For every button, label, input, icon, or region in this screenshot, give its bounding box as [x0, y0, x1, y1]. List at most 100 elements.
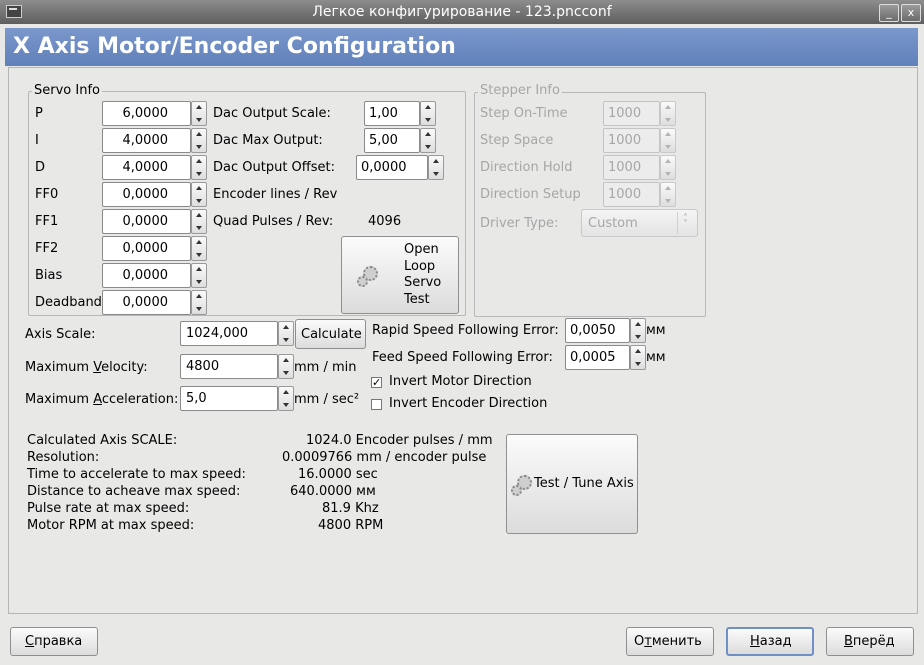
calc-resolution-label: Resolution: [27, 450, 100, 465]
step-space-value: 1000 [608, 133, 642, 148]
invert-motor-label[interactable]: Invert Motor Direction [389, 374, 532, 389]
calc-rpm-value: 4800 RPM [318, 518, 384, 533]
close-icon[interactable]: x [901, 4, 921, 22]
feed-ferror-spin[interactable]: 0,0005 [565, 345, 646, 370]
back-button[interactable]: Назад [726, 627, 814, 656]
invert-motor-checkbox[interactable]: ✓ [371, 377, 382, 388]
servo-bias-label: Bias [35, 268, 63, 283]
gears-icon [357, 266, 379, 287]
servo-p-spin[interactable]: 6,0000 [102, 101, 207, 126]
cancel-button[interactable]: Отменить [626, 627, 714, 656]
dac-offset-value: 0,0000 [361, 160, 407, 175]
spin-arrows-icon[interactable] [660, 101, 676, 126]
dac-scale-label: Dac Output Scale: [213, 106, 331, 121]
back-button-label: Назад [750, 634, 792, 649]
cancel-button-label: Отменить [634, 634, 702, 649]
page-title: X Axis Motor/Encoder Configuration [13, 34, 456, 59]
axis-scale-value: 1024,000 [186, 326, 249, 341]
servo-ff2-spin[interactable]: 0,0000 [102, 236, 207, 261]
calc-pulse-rate-label: Pulse rate at max speed: [27, 501, 190, 516]
open-loop-servo-test-button[interactable]: Open Loop Servo Test [341, 236, 459, 314]
direction-hold-value: 1000 [608, 160, 642, 175]
spin-arrows-icon[interactable] [420, 128, 436, 153]
step-on-time-spin[interactable]: 1000 [603, 101, 676, 126]
invert-encoder-checkbox[interactable] [371, 399, 382, 410]
max-velocity-label-a: Maximum [25, 360, 94, 375]
rapid-ferror-spin[interactable]: 0,0050 [565, 318, 646, 343]
axis-scale-label: Axis Scale: [25, 327, 96, 342]
spin-arrows-icon[interactable] [630, 318, 646, 343]
spin-arrows-icon[interactable] [420, 101, 436, 126]
minimize-icon[interactable]: _ [879, 4, 899, 22]
forward-mnemonic: В [844, 634, 853, 649]
direction-setup-spin[interactable]: 1000 [603, 182, 676, 207]
step-space-label: Step Space [480, 133, 554, 148]
servo-ff2-label: FF2 [35, 241, 59, 256]
servo-p-label: P [35, 106, 43, 121]
dac-offset-label: Dac Output Offset: [213, 160, 335, 175]
step-on-time-label: Step On-Time [480, 106, 568, 121]
dac-scale-value: 1,00 [369, 106, 398, 121]
servo-d-spin[interactable]: 4,0000 [102, 155, 207, 180]
back-mnemonic: Н [750, 634, 760, 649]
servo-ff2-value: 0,0000 [122, 241, 169, 256]
servo-d-label: D [35, 160, 46, 175]
test-tune-axis-button[interactable]: Test / Tune Axis [506, 434, 638, 534]
spin-arrows-icon[interactable] [660, 182, 676, 207]
window-title-bar[interactable]: Легкое конфигурирование - 123.pncconf _ … [0, 0, 924, 24]
spin-arrows-icon[interactable] [191, 236, 207, 261]
spin-arrows-icon[interactable] [630, 345, 646, 370]
driver-type-select[interactable]: Custom ˄ ˅ [581, 209, 698, 237]
cancel-a: О [634, 634, 645, 649]
calc-distance-value: 640.0000 мм [290, 484, 376, 499]
spin-arrows-icon[interactable] [191, 209, 207, 234]
direction-setup-value: 1000 [608, 187, 642, 202]
spin-arrows-icon[interactable] [191, 101, 207, 126]
dac-scale-spin[interactable]: 1,00 [364, 101, 436, 126]
spin-arrows-icon[interactable] [278, 354, 294, 379]
spin-arrows-icon[interactable] [278, 321, 294, 346]
page-header: X Axis Motor/Encoder Configuration [5, 28, 918, 66]
servo-bias-spin[interactable]: 0,0000 [102, 263, 207, 288]
calc-scale-value: 1024.0 Encoder pulses / mm [306, 433, 493, 448]
max-accel-spin[interactable]: 5,0 [180, 386, 294, 411]
max-velocity-spin[interactable]: 4800 [180, 354, 294, 379]
dac-max-label: Dac Max Output: [213, 133, 323, 148]
servo-deadband-spin[interactable]: 0,0000 [102, 290, 207, 315]
quad-pulses-value: 4096 [368, 214, 402, 229]
feed-ferror-value: 0,0005 [570, 350, 616, 365]
spin-arrows-icon[interactable] [191, 128, 207, 153]
stepper-info-legend: Stepper Info [478, 83, 562, 98]
cancel-mnemonic: т [644, 634, 652, 649]
direction-hold-spin[interactable]: 1000 [603, 155, 676, 180]
spin-arrows-icon[interactable] [660, 155, 676, 180]
servo-i-spin[interactable]: 4,0000 [102, 128, 207, 153]
axis-scale-spin[interactable]: 1024,000 [180, 321, 294, 346]
servo-ff0-spin[interactable]: 0,0000 [102, 182, 207, 207]
invert-encoder-label[interactable]: Invert Encoder Direction [389, 396, 547, 411]
dac-offset-spin[interactable]: 0,0000 [356, 155, 444, 180]
max-velocity-label: Maximum Velocity: [25, 360, 148, 375]
dac-max-spin[interactable]: 5,00 [364, 128, 436, 153]
open-loop-line-1: Open [404, 242, 439, 257]
spin-arrows-icon[interactable] [191, 290, 207, 315]
spin-arrows-icon[interactable] [191, 155, 207, 180]
spin-arrows-icon[interactable] [428, 155, 444, 180]
select-arrows-icon: ˄ ˅ [683, 213, 688, 230]
servo-i-label: I [35, 133, 39, 148]
open-loop-line-4: Test [404, 291, 430, 307]
spin-arrows-icon[interactable] [191, 182, 207, 207]
forward-button[interactable]: Вперёд [826, 627, 914, 656]
servo-ff0-label: FF0 [35, 187, 59, 202]
step-on-time-value: 1000 [608, 106, 642, 121]
select-divider [677, 212, 678, 234]
calculate-button[interactable]: Calculate [295, 319, 366, 349]
spin-arrows-icon[interactable] [191, 263, 207, 288]
help-button[interactable]: Справка [10, 627, 98, 656]
max-accel-label-b: cceleration: [101, 392, 179, 407]
servo-i-value: 4,0000 [122, 133, 169, 148]
servo-ff1-spin[interactable]: 0,0000 [102, 209, 207, 234]
spin-arrows-icon[interactable] [660, 128, 676, 153]
spin-arrows-icon[interactable] [278, 386, 294, 411]
step-space-spin[interactable]: 1000 [603, 128, 676, 153]
